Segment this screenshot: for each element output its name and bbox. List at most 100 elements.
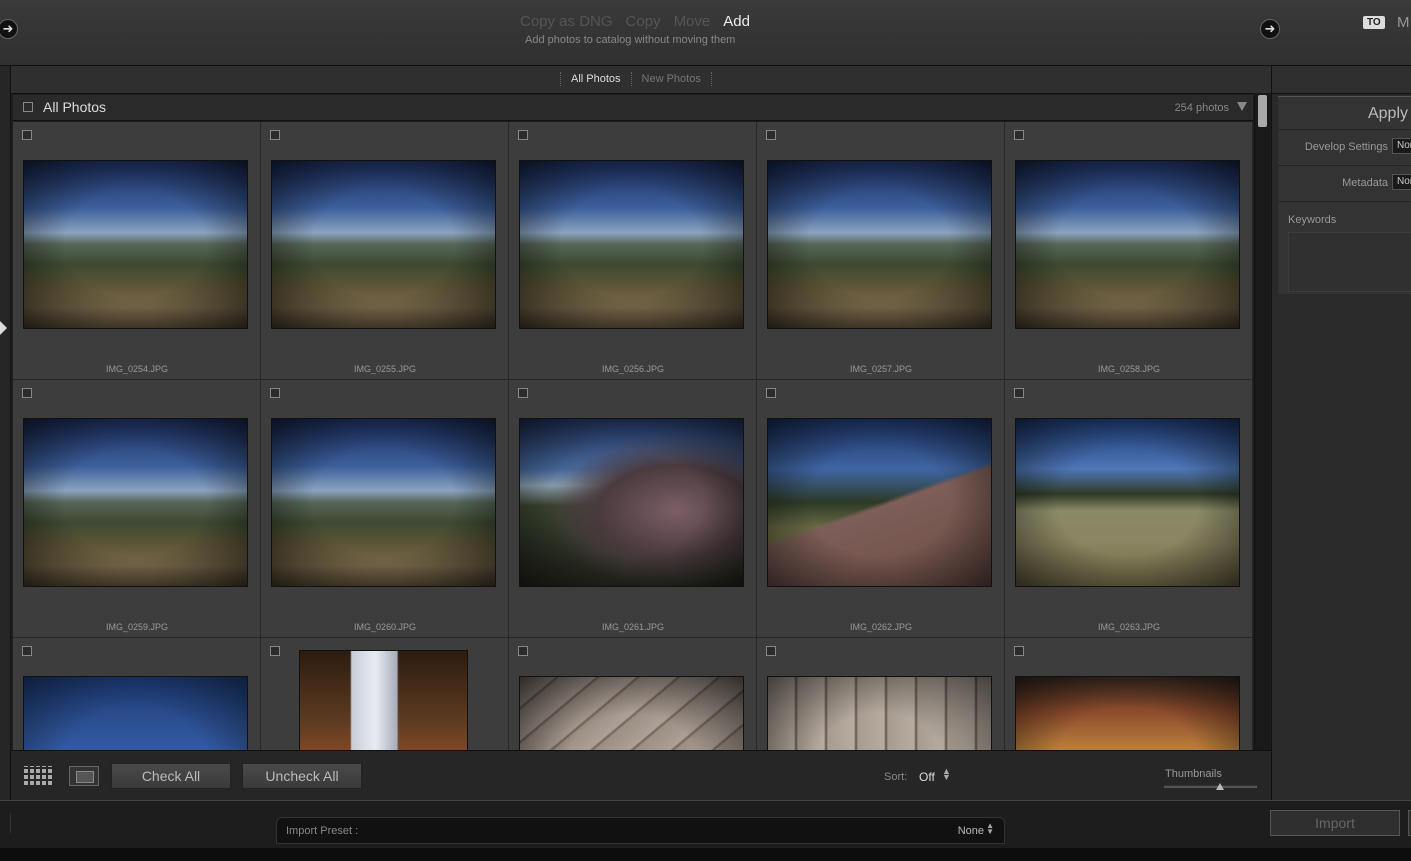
thumbnail-slider-knob[interactable] (1215, 783, 1224, 790)
tab-all-photos[interactable]: All Photos (560, 72, 631, 86)
check-all-button[interactable]: Check All (111, 763, 231, 789)
photo-filename: IMG_0254.JPG (105, 364, 169, 374)
photo-thumbnail[interactable] (299, 650, 468, 750)
mode-copy[interactable]: Copy (626, 13, 661, 30)
mode-move[interactable]: Move (674, 13, 711, 30)
divider (10, 813, 11, 833)
keywords-input[interactable] (1288, 232, 1411, 292)
photo-cell[interactable]: IMG_0262.JPG (757, 380, 1005, 638)
filter-bar: All Photos New Photos (11, 66, 1271, 94)
photo-thumbnail[interactable] (23, 418, 248, 587)
photo-checkbox[interactable] (22, 130, 32, 140)
tab-new-photos[interactable]: New Photos (630, 72, 712, 86)
photo-cell[interactable]: IMG_0258.JPG (1005, 122, 1253, 380)
scrollbar-thumb[interactable] (1258, 95, 1267, 127)
top-bar: ➜ Copy as DNG Copy Move Add Add photos to c… (0, 0, 1411, 66)
photo-checkbox[interactable] (270, 646, 280, 656)
photo-thumbnail[interactable] (271, 418, 496, 587)
photo-checkbox[interactable] (766, 388, 776, 398)
photo-thumbnail[interactable] (1015, 676, 1240, 750)
preset-stepper-icon[interactable]: ▲ ▼ (986, 822, 994, 836)
photo-cell[interactable] (757, 638, 1005, 750)
sort-stepper-icon[interactable]: ▲ ▼ (942, 767, 951, 782)
mode-add[interactable]: Add (723, 13, 750, 30)
destination-label: M (1397, 14, 1410, 31)
develop-settings-select[interactable]: None (1392, 138, 1411, 154)
apply-panel-title[interactable]: Apply (1368, 105, 1408, 123)
photo-checkbox[interactable] (1014, 388, 1024, 398)
photo-checkbox[interactable] (518, 130, 528, 140)
photo-cell[interactable] (1005, 638, 1253, 750)
photo-checkbox[interactable] (270, 388, 280, 398)
develop-settings-label: Develop Settings (1304, 141, 1388, 153)
left-panel-collapsed (0, 66, 11, 800)
photo-cell[interactable]: IMG_0256.JPG (509, 122, 757, 380)
photo-thumbnail[interactable] (767, 160, 992, 329)
expand-left-panel-icon[interactable] (0, 321, 7, 335)
photo-thumbnail[interactable] (23, 676, 248, 750)
photo-checkbox[interactable] (22, 646, 32, 656)
photo-cell[interactable]: IMG_0254.JPG (13, 122, 261, 380)
photo-thumbnail[interactable] (519, 676, 744, 750)
thumbnail-size-slider[interactable] (1164, 785, 1257, 788)
loupe-view-icon[interactable] (69, 766, 99, 786)
metadata-label: Metadata (1342, 177, 1388, 189)
photo-filename: IMG_0258.JPG (1097, 364, 1161, 374)
photo-thumbnail[interactable] (519, 418, 744, 587)
photo-thumbnail[interactable] (23, 160, 248, 329)
photo-thumbnail[interactable] (519, 160, 744, 329)
sort-label: Sort: (884, 771, 908, 783)
photo-checkbox[interactable] (766, 130, 776, 140)
photo-thumbnail[interactable] (767, 418, 992, 587)
photo-cell[interactable]: IMG_0263.JPG (1005, 380, 1253, 638)
photo-thumbnail[interactable] (1015, 160, 1240, 329)
grid-title: All Photos (43, 99, 107, 115)
photo-cell[interactable]: IMG_0255.JPG (261, 122, 509, 380)
photo-thumbnail[interactable] (767, 676, 992, 750)
metadata-select[interactable]: None (1392, 174, 1411, 190)
import-preset-label: Import Preset : (286, 825, 359, 837)
photo-cell[interactable] (509, 638, 757, 750)
mode-description: Add photos to catalog without moving the… (525, 34, 736, 46)
photo-cell[interactable]: IMG_0259.JPG (13, 380, 261, 638)
photo-filename: IMG_0261.JPG (601, 622, 665, 632)
photo-filename: IMG_0255.JPG (353, 364, 417, 374)
collapse-triangle-icon[interactable] (1237, 102, 1247, 111)
mode-copy-as-dng[interactable]: Copy as DNG (520, 13, 613, 30)
photo-filename: IMG_0259.JPG (105, 622, 169, 632)
photo-cell[interactable] (13, 638, 261, 750)
grid-scrollbar[interactable] (1254, 93, 1270, 750)
import-mode-selector: Copy as DNG Copy Move Add (520, 13, 763, 30)
sort-select[interactable]: Off (919, 770, 935, 784)
metadata-row: Metadata None (1278, 165, 1411, 197)
photo-checkbox[interactable] (1014, 646, 1024, 656)
photo-filename: IMG_0256.JPG (601, 364, 665, 374)
import-button[interactable]: Import (1270, 810, 1400, 836)
photo-checkbox[interactable] (1014, 130, 1024, 140)
to-badge: TO (1363, 16, 1385, 29)
photo-cell[interactable]: IMG_0260.JPG (261, 380, 509, 638)
photo-checkbox[interactable] (270, 130, 280, 140)
photo-checkbox[interactable] (766, 646, 776, 656)
grid-header: All Photos 254 photos (13, 95, 1253, 121)
thumbnails-label: Thumbnails (1165, 768, 1222, 780)
import-preset-select[interactable]: None (958, 825, 984, 837)
photo-count: 254 photos (1174, 102, 1229, 114)
photo-checkbox[interactable] (22, 388, 32, 398)
uncheck-all-button[interactable]: Uncheck All (242, 763, 362, 789)
grid-view-icon[interactable] (24, 766, 54, 785)
photo-thumbnail[interactable] (271, 160, 496, 329)
photo-cell[interactable] (261, 638, 509, 750)
photo-checkbox[interactable] (518, 388, 528, 398)
photo-filename: IMG_0257.JPG (849, 364, 913, 374)
photo-cell[interactable]: IMG_0261.JPG (509, 380, 757, 638)
photo-checkbox[interactable] (518, 646, 528, 656)
photo-filename: IMG_0260.JPG (353, 622, 417, 632)
photo-cell[interactable]: IMG_0257.JPG (757, 122, 1005, 380)
photo-grid: IMG_0254.JPG IMG_0255.JPG IMG_0256.JPG IMG_… (13, 122, 1253, 750)
destination-nav-arrow-icon[interactable]: ➜ (1260, 19, 1280, 39)
import-preset-bar[interactable]: Import Preset : None ▲ ▼ (276, 817, 1005, 844)
photo-thumbnail[interactable] (1015, 418, 1240, 587)
select-all-checkbox[interactable] (23, 102, 33, 112)
source-nav-arrow-icon[interactable]: ➜ (0, 19, 18, 39)
